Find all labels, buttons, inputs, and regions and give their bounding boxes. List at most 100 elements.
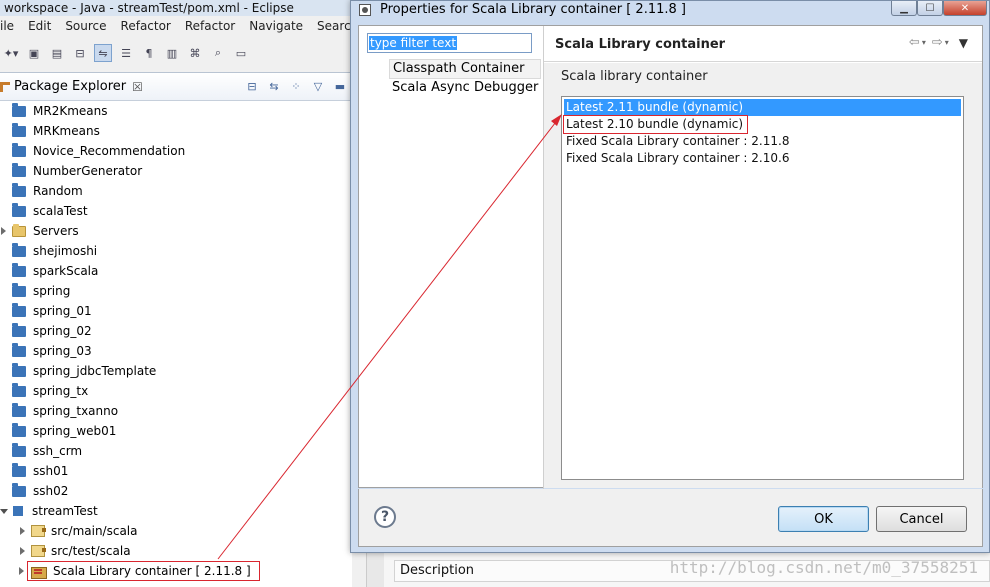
collapse-all-icon[interactable]: ⊟ xyxy=(244,78,260,94)
content-label: Scala library container xyxy=(561,69,708,84)
page-content: Scala library container Latest 2.11 bund… xyxy=(544,63,982,488)
tree-row[interactable]: spring_02 xyxy=(0,321,352,341)
tree-row-label: MR2Kmeans xyxy=(33,104,108,118)
dialog-icon xyxy=(359,4,371,16)
project-folder-icon xyxy=(12,442,26,457)
tree-row-label: ssh_crm xyxy=(33,444,83,458)
toggle-breadcrumb-icon[interactable]: ☰ xyxy=(117,44,135,62)
eclipse-toolbar: ✦▾ ▣ ▤ ⊟ ⇋ ☰ ¶ ▥ ⌘ ⌕ ▭ xyxy=(0,36,360,70)
view-menu-icon[interactable]: ▽ xyxy=(310,78,326,94)
tree-row[interactable]: spring_txanno xyxy=(0,401,352,421)
tree-row[interactable]: sparkScala xyxy=(0,261,352,281)
menu-file[interactable]: ile xyxy=(0,16,18,36)
new-icon[interactable]: ✦▾ xyxy=(2,44,20,62)
tree-row-streamtest[interactable]: streamTest xyxy=(0,501,352,521)
chevron-down-icon[interactable]: ▾ xyxy=(945,38,949,47)
watermark: http://blog.csdn.net/m0_37558251 xyxy=(669,558,978,577)
menu-refactor[interactable]: Refactor xyxy=(117,16,175,36)
expand-twisty-icon[interactable] xyxy=(20,527,25,535)
chevron-down-icon[interactable]: ▾ xyxy=(922,38,926,47)
tree-row-label: Scala Library container [ 2.11.8 ] xyxy=(53,564,251,578)
tree-row[interactable]: ssh01 xyxy=(0,461,352,481)
mark-occurrences-icon[interactable]: ⌘ xyxy=(186,44,204,62)
menu-source[interactable]: Source xyxy=(61,16,110,36)
cancel-button[interactable]: Cancel xyxy=(876,506,967,532)
show-whitespace-icon[interactable]: ¶ xyxy=(140,44,158,62)
link-with-editor-icon[interactable]: ⇆ xyxy=(266,78,282,94)
save-all-icon[interactable]: ▤ xyxy=(48,44,66,62)
tree-row[interactable]: spring_01 xyxy=(0,301,352,321)
binary-icon[interactable]: ⊟ xyxy=(71,44,89,62)
tree-row[interactable]: shejimoshi xyxy=(0,241,352,261)
nav-item-classpath-container[interactable]: Classpath Container xyxy=(389,59,542,79)
tree-row-label: src/main/scala xyxy=(51,524,138,538)
tree-row[interactable]: spring xyxy=(0,281,352,301)
tree-row-src-main-scala[interactable]: src/main/scala xyxy=(0,521,352,541)
project-folder-icon xyxy=(12,322,26,337)
link-editor-icon[interactable]: ⇋ xyxy=(94,44,112,62)
tree-row-label: spring_02 xyxy=(33,324,92,338)
focus-icon[interactable]: ⁘ xyxy=(288,78,304,94)
editor-scrollbar[interactable] xyxy=(366,552,384,587)
tree-row[interactable]: Random xyxy=(0,181,352,201)
search-icon[interactable]: ⌕ xyxy=(209,44,227,62)
project-folder-icon xyxy=(12,122,26,137)
tree-row[interactable]: MRKmeans xyxy=(0,121,352,141)
menu-edit[interactable]: Edit xyxy=(24,16,55,36)
expand-twisty-icon[interactable] xyxy=(20,547,25,555)
tree-row[interactable]: spring_jdbcTemplate xyxy=(0,361,352,381)
nav-item-scala-async-debugger[interactable]: Scala Async Debugger xyxy=(389,79,541,99)
tree-row-label: sparkScala xyxy=(33,264,99,278)
tree-row-label: ssh02 xyxy=(33,484,69,498)
bundle-list-item[interactable]: Fixed Scala Library container : 2.11.8 xyxy=(564,133,961,150)
filter-input[interactable] xyxy=(367,33,532,53)
tree-row[interactable]: spring_tx xyxy=(0,381,352,401)
tree-row[interactable]: spring_03 xyxy=(0,341,352,361)
tree-row-label: spring_txanno xyxy=(33,404,119,418)
forward-arrow-icon[interactable]: ⇨ xyxy=(932,35,943,50)
ok-button[interactable]: OK xyxy=(778,506,869,532)
close-button[interactable]: ✕ xyxy=(943,1,987,16)
page-navigation: ⇦ ▾ ⇨ ▾ ▼ xyxy=(903,35,968,50)
console-icon[interactable]: ▭ xyxy=(232,44,250,62)
maximize-button[interactable]: ☐ xyxy=(917,1,943,16)
tree-row-label: Servers xyxy=(33,224,79,238)
page-header: Scala Library container ⇦ ▾ ⇨ ▾ ▼ xyxy=(544,26,982,62)
bundle-list-item[interactable]: Latest 2.11 bundle (dynamic) xyxy=(564,99,961,116)
project-folder-icon xyxy=(12,342,26,357)
expand-twisty-icon[interactable] xyxy=(0,509,8,514)
properties-icon[interactable]: ▥ xyxy=(163,44,181,62)
expand-twisty-icon[interactable] xyxy=(19,567,24,575)
tab-package-explorer[interactable]: Package Explorer xyxy=(14,79,126,94)
tree-row[interactable]: Novice_Recommendation xyxy=(0,141,352,161)
help-icon[interactable]: ? xyxy=(374,506,396,528)
tree-row[interactable]: ssh_crm xyxy=(0,441,352,461)
menu-navigate[interactable]: Navigate xyxy=(245,16,307,36)
bundle-list-item[interactable]: Fixed Scala Library container : 2.10.6 xyxy=(564,150,961,167)
tree-row[interactable]: Servers xyxy=(0,221,352,241)
minimize-view-icon[interactable]: ▬ xyxy=(332,78,348,94)
back-arrow-icon[interactable]: ⇦ xyxy=(909,35,920,50)
expand-twisty-icon[interactable] xyxy=(1,227,6,235)
library-bundle-list[interactable]: Latest 2.11 bundle (dynamic) Latest 2.10 … xyxy=(561,96,964,480)
view-menu-icon[interactable]: ▼ xyxy=(959,36,968,50)
package-explorer-icon xyxy=(0,81,10,92)
menu-refactor-2[interactable]: Refactor xyxy=(181,16,239,36)
bundle-list-item[interactable]: Latest 2.10 bundle (dynamic) xyxy=(563,115,748,134)
view-toolbar: ⊟ ⇆ ⁘ ▽ ▬ xyxy=(238,78,348,94)
close-icon[interactable]: ☒ xyxy=(132,80,143,94)
project-folder-icon xyxy=(12,202,26,217)
tree-row[interactable]: scalaTest xyxy=(0,201,352,221)
tree-row[interactable]: spring_web01 xyxy=(0,421,352,441)
tree-row[interactable]: NumberGenerator xyxy=(0,161,352,181)
save-icon[interactable]: ▣ xyxy=(25,44,43,62)
dialog-title-bar[interactable]: Properties for Scala Library container [… xyxy=(351,1,989,19)
tree-row[interactable]: ssh02 xyxy=(0,481,352,501)
tree-row-scala-library-container[interactable]: Scala Library container [ 2.11.8 ] xyxy=(19,561,260,581)
tree-row-label: spring_01 xyxy=(33,304,92,318)
project-folder-icon xyxy=(12,242,26,257)
tree-row-label: spring_jdbcTemplate xyxy=(33,364,157,378)
minimize-button[interactable]: ▁ xyxy=(891,1,917,16)
tree-row[interactable]: MR2Kmeans xyxy=(0,101,352,121)
tree-row-src-test-scala[interactable]: src/test/scala xyxy=(0,541,352,561)
